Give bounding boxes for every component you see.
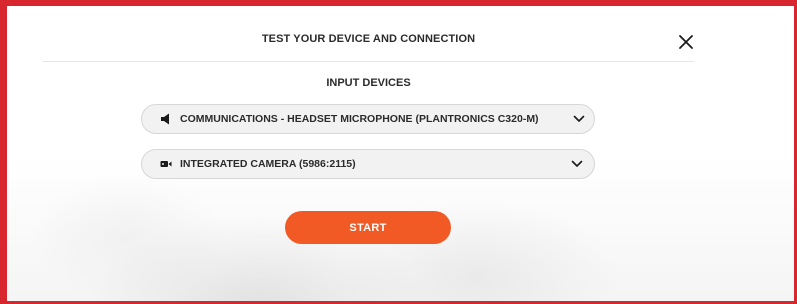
camera-select-value: INTEGRATED CAMERA (5986:2115) (180, 158, 356, 170)
input-devices-heading: INPUT DEVICES (326, 77, 411, 89)
dialog-frame: TEST YOUR DEVICE AND CONNECTION INPUT DE… (0, 0, 797, 304)
camera-icon (159, 157, 173, 171)
speaker-icon (159, 112, 173, 126)
close-icon (674, 30, 698, 54)
header-divider (43, 61, 694, 62)
close-button[interactable] (674, 30, 698, 54)
dialog-title: TEST YOUR DEVICE AND CONNECTION (261, 33, 476, 45)
start-button[interactable]: START (285, 211, 451, 244)
chevron-down-icon (570, 157, 584, 171)
microphone-select[interactable]: COMMUNICATIONS - HEADSET MICROPHONE (PLA… (141, 104, 595, 134)
microphone-select-value: COMMUNICATIONS - HEADSET MICROPHONE (PLA… (180, 113, 539, 125)
camera-select[interactable]: INTEGRATED CAMERA (5986:2115) (141, 149, 595, 179)
chevron-down-icon (572, 112, 586, 126)
